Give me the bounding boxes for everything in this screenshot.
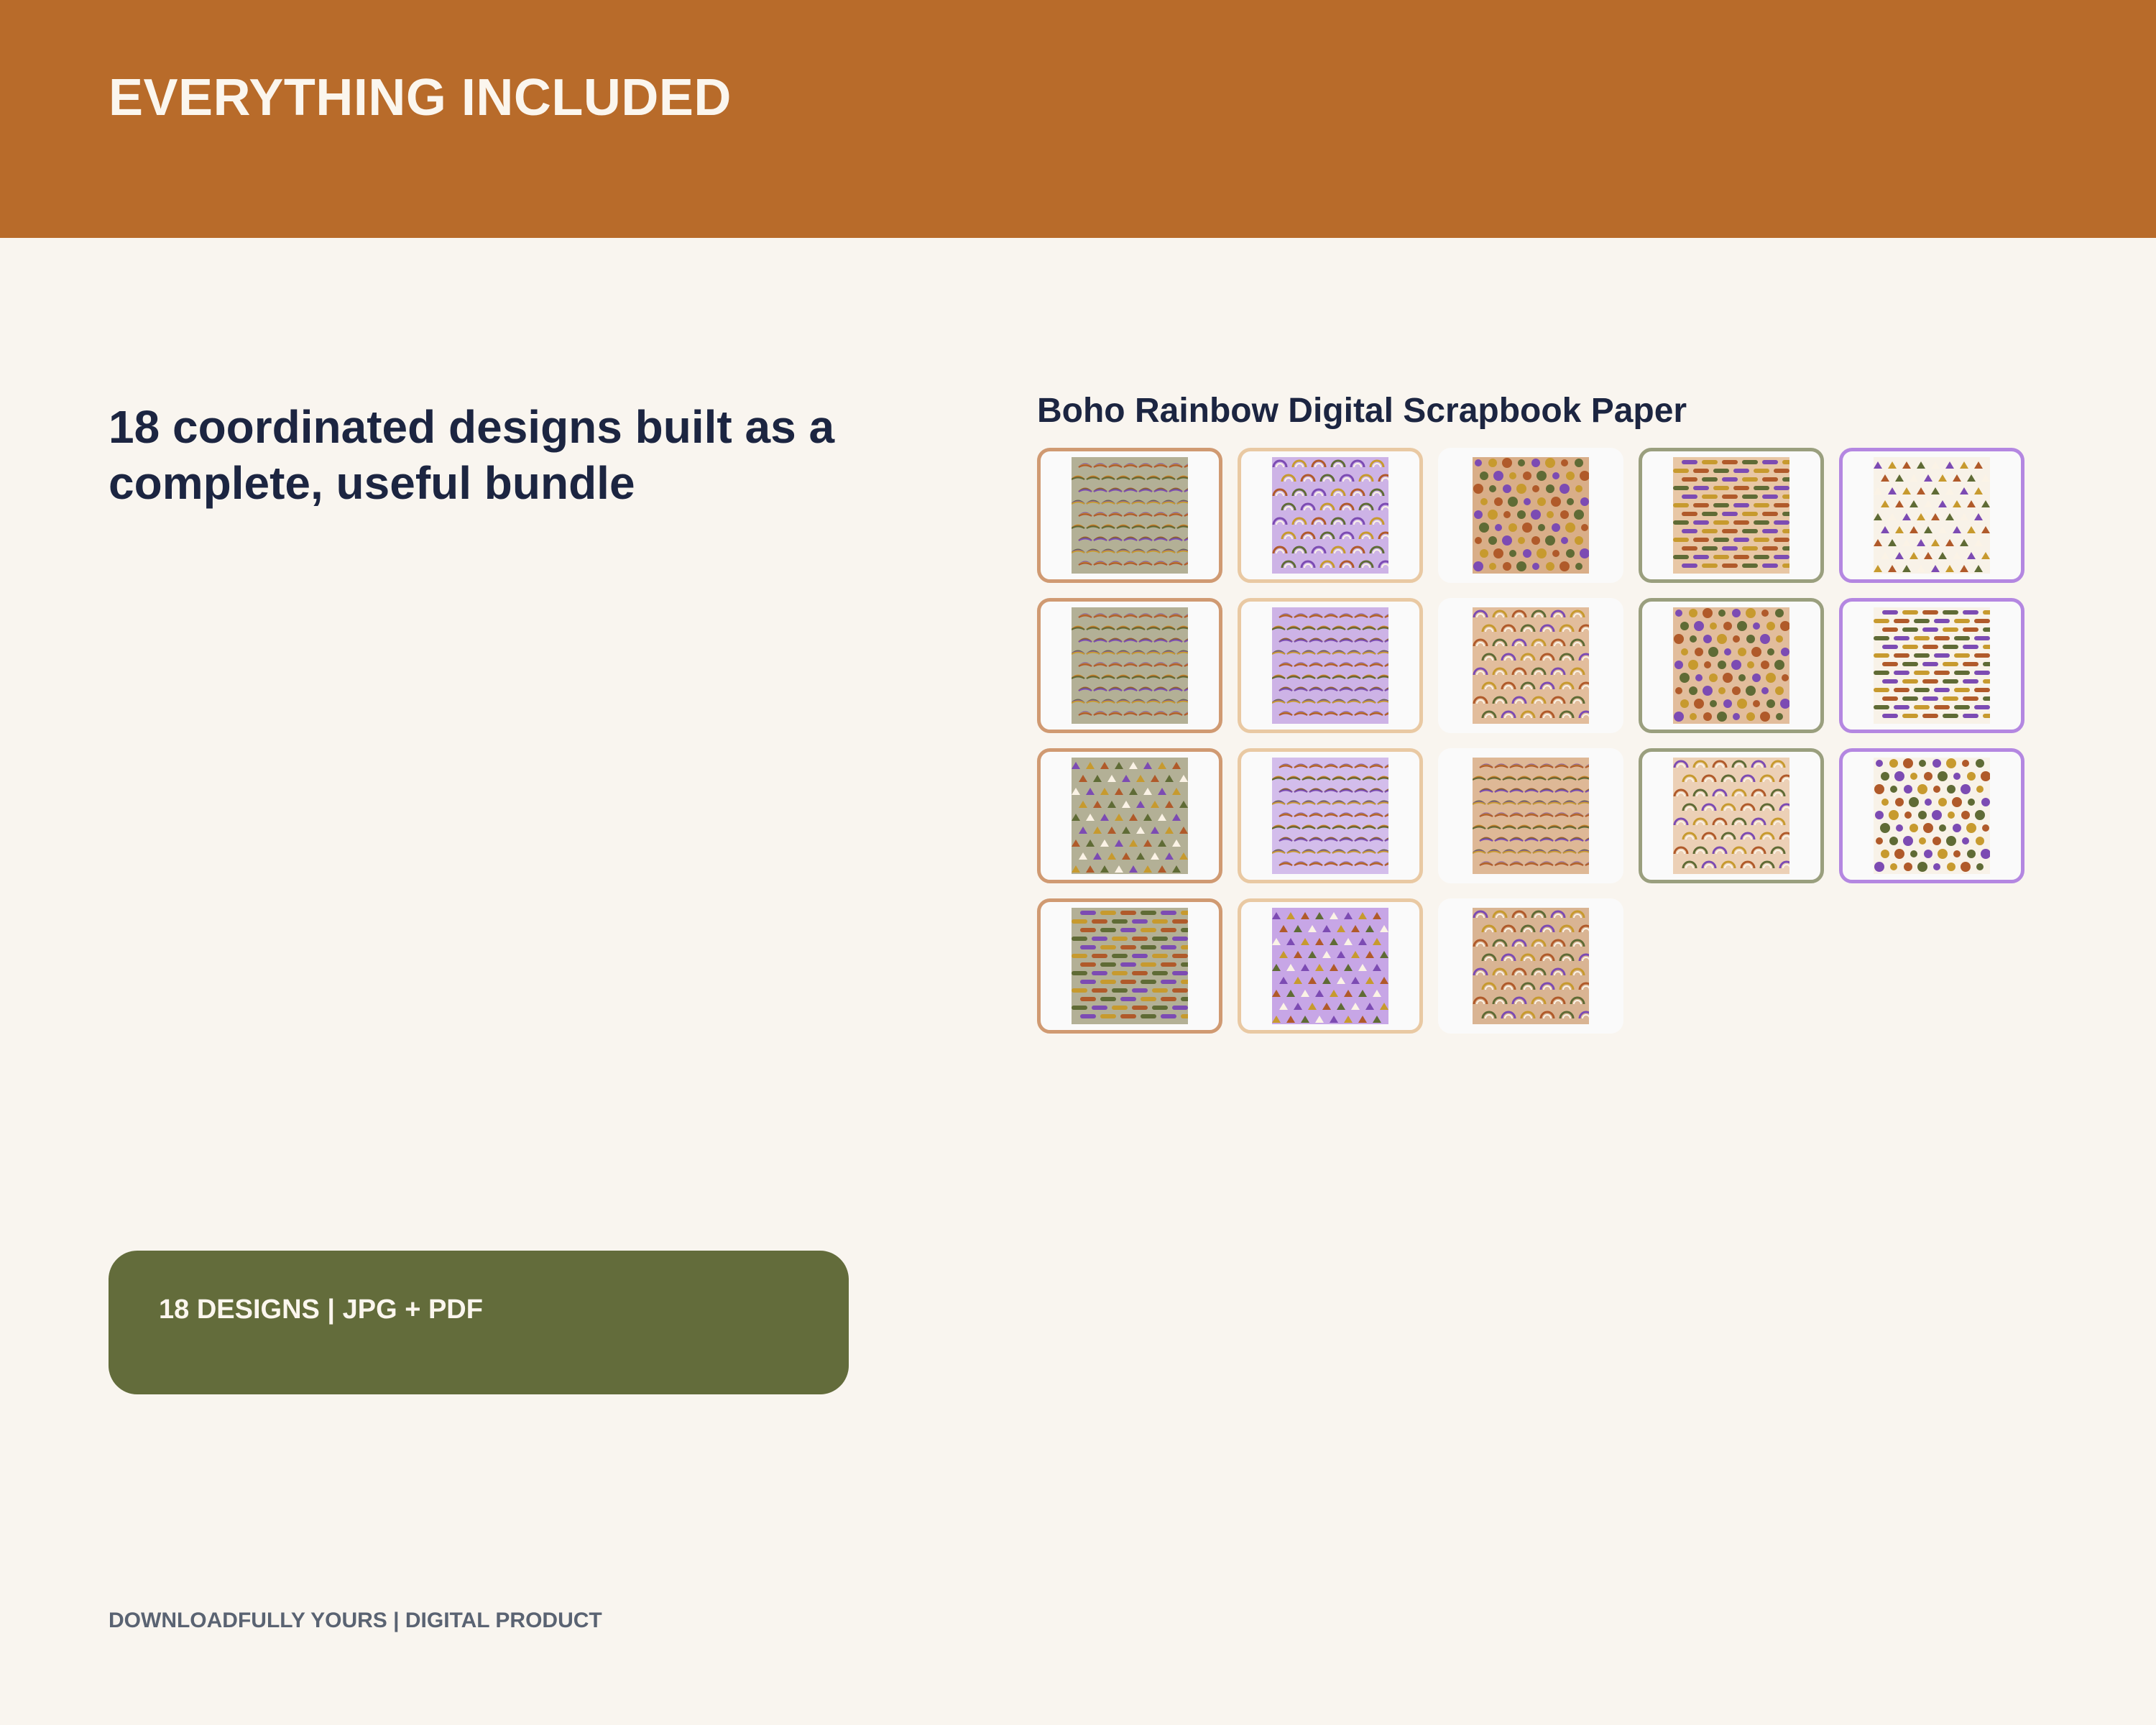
paper-swatch [1673, 457, 1789, 574]
paper-tile [1037, 598, 1222, 733]
paper-swatch [1072, 457, 1188, 574]
paper-swatch [1673, 758, 1789, 874]
paper-tile [1639, 748, 1824, 883]
paper-swatch [1874, 457, 1990, 574]
paper-swatch [1272, 758, 1388, 874]
paper-tile [1037, 448, 1222, 583]
paper-swatch [1272, 607, 1388, 724]
paper-tile [1238, 898, 1423, 1034]
paper-swatch [1673, 607, 1789, 724]
paper-swatch [1272, 457, 1388, 574]
paper-tile [1238, 448, 1423, 583]
header-band: EVERYTHING INCLUDED [0, 0, 2156, 238]
paper-swatch [1072, 607, 1188, 724]
paper-tile [1839, 598, 2024, 733]
page-title: EVERYTHING INCLUDED [109, 69, 732, 126]
paper-swatch [1473, 908, 1589, 1024]
paper-tile [1438, 598, 1623, 733]
paper-tile [1438, 898, 1623, 1034]
paper-tile [1839, 448, 2024, 583]
paper-swatch [1874, 607, 1990, 724]
paper-preview-grid [1037, 448, 2027, 1034]
paper-tile [1238, 598, 1423, 733]
paper-swatch [1072, 908, 1188, 1024]
paper-tile [1037, 748, 1222, 883]
paper-tile [1639, 598, 1824, 733]
footer-brand: DOWNLOADFULLY YOURS | DIGITAL PRODUCT [109, 1609, 602, 1632]
product-title: Boho Rainbow Digital Scrapbook Paper [1037, 392, 1687, 430]
paper-tile [1839, 748, 2024, 883]
paper-swatch [1473, 607, 1589, 724]
paper-swatch [1473, 758, 1589, 874]
format-badge: 18 DESIGNS | JPG + PDF [109, 1251, 849, 1394]
paper-tile [1438, 748, 1623, 883]
format-badge-label: 18 DESIGNS | JPG + PDF [159, 1294, 483, 1325]
paper-swatch [1473, 457, 1589, 574]
paper-tile [1238, 748, 1423, 883]
paper-tile [1438, 448, 1623, 583]
paper-tile [1037, 898, 1222, 1034]
paper-tile [1639, 448, 1824, 583]
headline: 18 coordinated designs built as a comple… [109, 401, 835, 509]
paper-swatch [1272, 908, 1388, 1024]
paper-swatch [1874, 758, 1990, 874]
paper-swatch [1072, 758, 1188, 874]
